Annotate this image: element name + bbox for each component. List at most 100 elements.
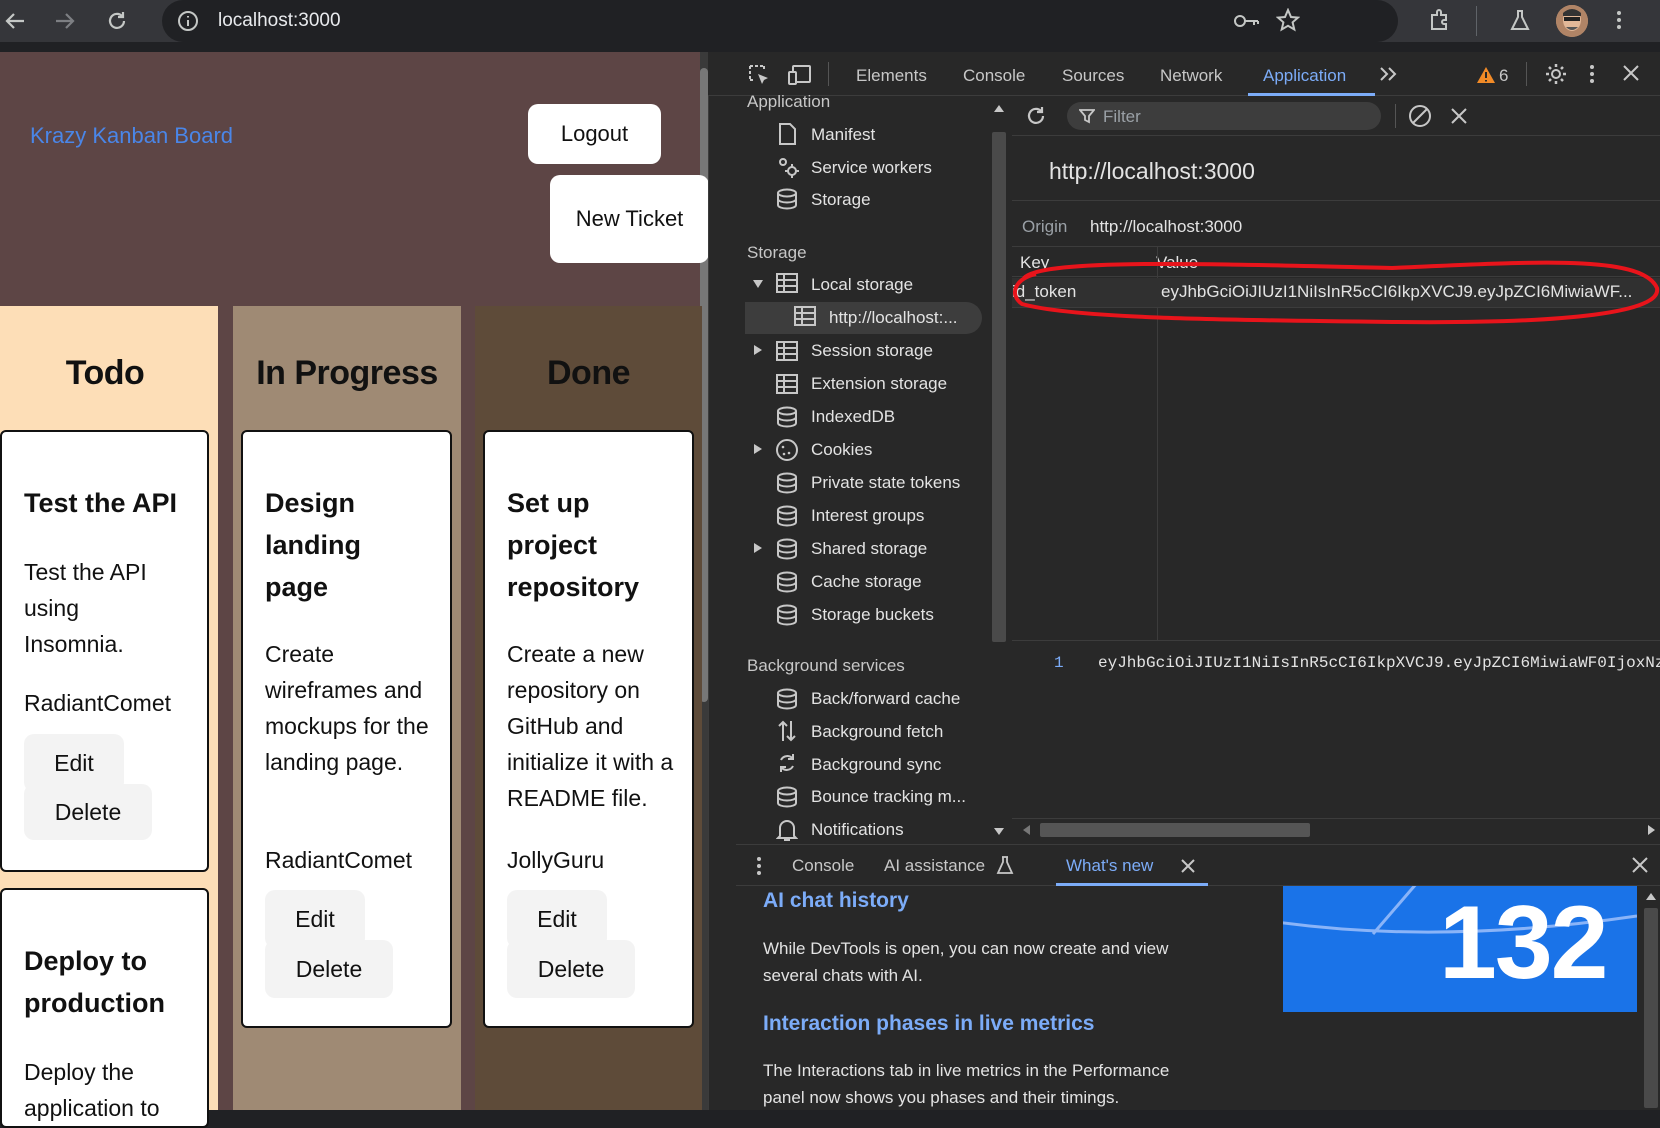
whats-new-heading[interactable]: Interaction phases in live metrics	[763, 1012, 1094, 1036]
drawer-tab-whats-new[interactable]: What's new	[1066, 856, 1153, 876]
device-toolbar-icon[interactable]	[788, 64, 812, 86]
bookmark-star-icon[interactable]	[1276, 8, 1300, 32]
delete-button[interactable]: Delete	[24, 784, 152, 840]
sidebar-item-background-sync[interactable]: Background sync	[811, 755, 941, 775]
banner-version-number: 132	[1439, 886, 1609, 1001]
scroll-up-arrow-icon[interactable]	[994, 104, 1004, 112]
logout-button[interactable]: Logout	[528, 104, 661, 164]
sidebar-heading-storage: Storage	[747, 243, 807, 262]
collapsed-triangle-icon[interactable]	[753, 542, 763, 554]
scroll-right-arrow-icon[interactable]	[1648, 825, 1656, 835]
sidebar-item-notifications[interactable]: Notifications	[811, 820, 904, 840]
warning-count[interactable]: 6	[1499, 66, 1508, 86]
sidebar-item-background-fetch[interactable]: Background fetch	[811, 722, 943, 742]
tab-sources[interactable]: Sources	[1062, 66, 1124, 86]
settings-gear-icon[interactable]	[1544, 62, 1568, 86]
database-icon	[776, 571, 798, 593]
sidebar-item-service-workers[interactable]: Service workers	[811, 158, 932, 178]
database-icon	[776, 406, 798, 428]
drawer-tab-console[interactable]: Console	[792, 856, 854, 876]
toolbar-divider	[1395, 104, 1396, 128]
scroll-down-arrow-icon[interactable]	[994, 828, 1004, 836]
sidebar-item-interest-groups[interactable]: Interest groups	[811, 506, 924, 526]
sidebar-item-cache-storage[interactable]: Cache storage	[811, 572, 922, 592]
refresh-icon[interactable]	[1024, 104, 1048, 128]
sidebar-item-indexeddb[interactable]: IndexedDB	[811, 407, 895, 427]
sidebar-item-extension-storage[interactable]: Extension storage	[811, 374, 947, 394]
extensions-icon[interactable]	[1428, 8, 1452, 32]
drawer-menu-icon[interactable]	[756, 855, 762, 877]
devtools-menu-icon[interactable]	[1588, 62, 1596, 86]
sidebar-item-storage-buckets[interactable]: Storage buckets	[811, 605, 934, 625]
clear-all-icon[interactable]	[1408, 104, 1432, 128]
sidebar-scrollbar[interactable]	[990, 96, 1008, 842]
sidebar-scrollbar-thumb[interactable]	[992, 132, 1006, 642]
collapsed-triangle-icon[interactable]	[753, 443, 763, 455]
horizontal-scrollbar[interactable]	[1012, 818, 1660, 840]
value-preview[interactable]: eyJhbGciOiJIUzI1NiIsInR5cCI6IkpXVCJ9.eyJ…	[1098, 654, 1660, 672]
sidebar-item-private-state-tokens[interactable]: Private state tokens	[811, 473, 960, 493]
column-title: Done	[547, 354, 631, 392]
active-tab-indicator	[1056, 883, 1208, 886]
browser-menu-icon[interactable]	[1614, 8, 1624, 32]
reload-icon[interactable]	[102, 6, 132, 36]
sidebar-item-session-storage[interactable]: Session storage	[811, 341, 933, 361]
sidebar-item-shared-storage[interactable]: Shared storage	[811, 539, 927, 559]
back-icon[interactable]	[0, 6, 30, 36]
horizontal-scrollbar-thumb[interactable]	[1040, 823, 1310, 837]
ticket-assignee: RadiantComet	[265, 847, 413, 873]
profile-avatar[interactable]	[1556, 5, 1588, 37]
close-tab-icon[interactable]	[1181, 859, 1195, 873]
database-icon	[776, 538, 798, 560]
ticket-card: Deploy to production Deploy the applicat…	[0, 888, 209, 1128]
site-info-icon[interactable]	[176, 9, 200, 33]
close-devtools-icon[interactable]	[1622, 64, 1640, 82]
more-tabs-chevron-icon[interactable]	[1378, 64, 1398, 84]
sidebar-item-cookies[interactable]: Cookies	[811, 440, 872, 460]
ticket-description: Create a new repository on GitHub and in…	[507, 641, 674, 811]
tab-elements[interactable]: Elements	[856, 66, 927, 86]
expanded-triangle-icon[interactable]	[752, 279, 764, 289]
collapsed-triangle-icon[interactable]	[753, 344, 763, 356]
tab-console[interactable]: Console	[963, 66, 1025, 86]
inspect-element-icon[interactable]	[748, 64, 770, 86]
drawer-tab-ai-assistance[interactable]: AI assistance	[884, 856, 985, 876]
warning-icon[interactable]	[1476, 66, 1496, 84]
whats-new-heading[interactable]: AI chat history	[763, 889, 909, 913]
tab-application[interactable]: Application	[1263, 66, 1346, 86]
sidebar-item-local-storage[interactable]: Local storage	[811, 275, 913, 295]
sidebar-heading-background-services: Background services	[747, 656, 905, 675]
scroll-left-arrow-icon[interactable]	[1022, 825, 1030, 835]
password-key-icon[interactable]	[1232, 9, 1260, 33]
ticket-title: Set up project repository	[507, 488, 640, 602]
delete-button[interactable]: Delete	[507, 940, 635, 998]
sidebar-item-bounce-tracking[interactable]: Bounce tracking m...	[811, 787, 966, 807]
table-icon	[776, 273, 798, 295]
sidebar-item-back-forward-cache[interactable]: Back/forward cache	[811, 689, 960, 709]
address-bar[interactable]: localhost:3000	[162, 0, 1398, 42]
labs-flask-icon[interactable]	[1508, 8, 1532, 32]
column-title: Todo	[65, 354, 145, 392]
cookie-icon	[775, 438, 798, 461]
tab-network[interactable]: Network	[1160, 66, 1222, 86]
brand-link[interactable]: Krazy Kanban Board	[30, 123, 233, 149]
ticket-title: Test the API	[24, 488, 178, 518]
delete-selected-icon[interactable]	[1450, 107, 1468, 125]
new-ticket-button[interactable]: New Ticket	[550, 175, 709, 263]
table-icon	[776, 341, 798, 363]
table-icon	[794, 306, 816, 328]
forward-icon[interactable]	[50, 6, 80, 36]
sidebar-item-storage-overview[interactable]: Storage	[811, 190, 871, 210]
filter-input[interactable]: Filter	[1067, 102, 1381, 130]
database-icon	[776, 604, 798, 626]
close-drawer-icon[interactable]	[1632, 857, 1648, 873]
drawer-scrollbar[interactable]	[1642, 886, 1660, 1110]
delete-button[interactable]: Delete	[265, 940, 393, 998]
ticket-assignee: RadiantComet	[24, 690, 172, 716]
sidebar-item-manifest[interactable]: Manifest	[811, 125, 875, 145]
drawer-scrollbar-thumb[interactable]	[1644, 908, 1658, 1108]
scroll-up-arrow-icon[interactable]	[1646, 892, 1656, 900]
sidebar-item-localhost-origin[interactable]: http://localhost:...	[829, 308, 958, 328]
database-icon	[776, 505, 798, 527]
ticket-card: Test the API Test the API using Insomnia…	[0, 430, 209, 872]
